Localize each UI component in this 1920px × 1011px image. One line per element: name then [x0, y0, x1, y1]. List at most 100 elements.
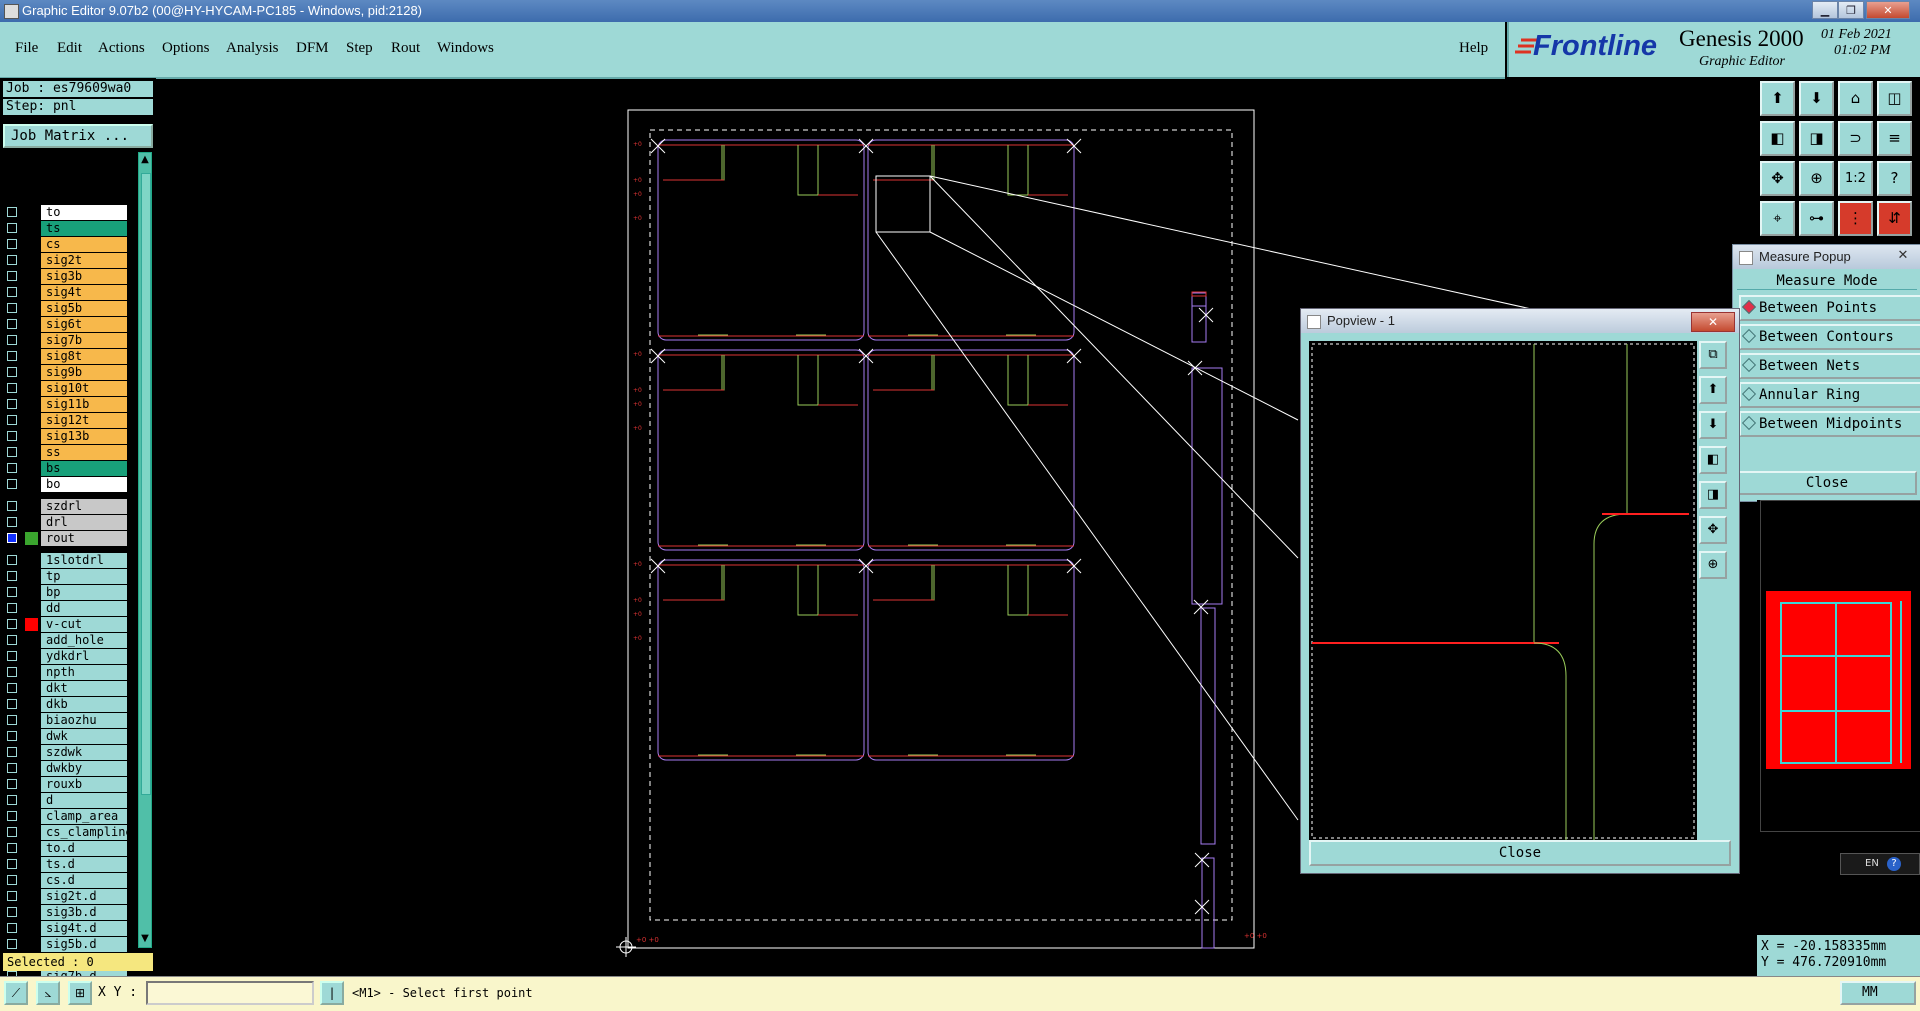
scroll-up-icon[interactable]: ▲ [140, 154, 150, 166]
layer-checkbox[interactable] [7, 907, 17, 917]
layer-color-marker[interactable] [25, 698, 38, 711]
layer-color-marker[interactable] [25, 666, 38, 679]
layer-color-marker[interactable] [25, 730, 38, 743]
layer-color-marker[interactable] [25, 286, 38, 299]
pan-right-icon[interactable]: ◨ [1799, 121, 1834, 156]
measure-popup-close-icon[interactable]: ✕ [1893, 248, 1913, 266]
layer-row-dwkby[interactable]: dwkby [5, 761, 127, 776]
layer-checkbox[interactable] [7, 271, 17, 281]
measure-tool-icon[interactable]: ⊶ [1799, 201, 1834, 236]
layer-color-marker[interactable] [25, 350, 38, 363]
layer-checkbox[interactable] [7, 619, 17, 629]
pan-left-icon[interactable]: ◧ [1760, 121, 1795, 156]
layer-row-cs_clampline[interactable]: cs_clampline [5, 825, 127, 840]
layer-checkbox[interactable] [7, 239, 17, 249]
layer-checkbox[interactable] [7, 843, 17, 853]
layer-color-marker[interactable] [25, 618, 38, 631]
layer-color-marker[interactable] [25, 586, 38, 599]
layer-color-marker[interactable] [25, 302, 38, 315]
layer-color-marker[interactable] [25, 810, 38, 823]
layer-checkbox[interactable] [7, 447, 17, 457]
layer-color-marker[interactable] [25, 430, 38, 443]
home-icon[interactable]: ⌂ [1838, 81, 1873, 116]
menu-actions[interactable]: Actions [98, 40, 145, 57]
popview-pan-left-icon[interactable]: ◧ [1699, 446, 1727, 474]
layer-checkbox[interactable] [7, 255, 17, 265]
layer-row-sig10t[interactable]: sig10t [5, 381, 127, 396]
layer-row-bs[interactable]: bs [5, 461, 127, 476]
layer-row-to.d[interactable]: to.d [5, 841, 127, 856]
layer-checkbox[interactable] [7, 571, 17, 581]
mirror-icon[interactable]: ⊃ [1838, 121, 1873, 156]
radio-icon[interactable] [1741, 415, 1757, 431]
layer-checkbox[interactable] [7, 683, 17, 693]
measure-close-button[interactable]: Close [1737, 471, 1917, 495]
layer-row-cs[interactable]: cs [5, 237, 127, 252]
layer-row-sig7b[interactable]: sig7b [5, 333, 127, 348]
layer-color-marker[interactable] [25, 826, 38, 839]
layer-row-rout[interactable]: rout [5, 531, 127, 546]
layer-color-marker[interactable] [25, 714, 38, 727]
menu-dfm[interactable]: DFM [296, 40, 329, 57]
layer-color-marker[interactable] [25, 874, 38, 887]
snap-icon[interactable]: ≡ [1877, 121, 1912, 156]
layer-row-sig11b[interactable]: sig11b [5, 397, 127, 412]
layer-row-1slotdrl[interactable]: 1slotdrl [5, 553, 127, 568]
layer-row-bo[interactable]: bo [5, 477, 127, 492]
layer-color-marker[interactable] [25, 650, 38, 663]
layer-color-marker[interactable] [25, 462, 38, 475]
popview-zoom-icon[interactable]: ⧉ [1699, 341, 1727, 369]
language-indicator[interactable]: EN ? [1840, 853, 1920, 875]
layer-color-marker[interactable] [25, 890, 38, 903]
radio-icon[interactable] [1741, 328, 1757, 344]
scroll-down-icon[interactable]: ▼ [140, 933, 150, 945]
layer-checkbox[interactable] [7, 319, 17, 329]
popview-titlebar[interactable]: Popview - 1 [1301, 309, 1739, 333]
menu-file[interactable]: File [15, 40, 38, 57]
layer-color-marker[interactable] [25, 570, 38, 583]
pan-down-icon[interactable]: ⬇ [1799, 81, 1834, 116]
layer-row-dkb[interactable]: dkb [5, 697, 127, 712]
layer-row-szdrl[interactable]: szdrl [5, 499, 127, 514]
layer-color-marker[interactable] [25, 446, 38, 459]
layer-color-marker[interactable] [25, 478, 38, 491]
measure-angle-icon[interactable]: ⦣ [36, 981, 60, 1005]
layer-checkbox[interactable] [7, 287, 17, 297]
layer-row-sig9b[interactable]: sig9b [5, 365, 127, 380]
layer-checkbox[interactable] [7, 431, 17, 441]
layer-color-marker[interactable] [25, 270, 38, 283]
layer-checkbox[interactable] [7, 517, 17, 527]
help-query-icon[interactable]: ? [1877, 161, 1912, 196]
layer-row-dwk[interactable]: dwk [5, 729, 127, 744]
layer-row-sig12t[interactable]: sig12t [5, 413, 127, 428]
layer-row-to[interactable]: to [5, 205, 127, 220]
layer-row-sig2t[interactable]: sig2t [5, 253, 127, 268]
layer-checkbox[interactable] [7, 555, 17, 565]
measure-option-between-midpoints[interactable]: Between Midpoints [1739, 411, 1920, 437]
popview-pan-up-icon[interactable]: ⬆ [1699, 376, 1727, 404]
grid-icon[interactable]: ⊞ [68, 981, 92, 1005]
layer-row-biaozhu[interactable]: biaozhu [5, 713, 127, 728]
layer-checkbox[interactable] [7, 859, 17, 869]
layer-row-d[interactable]: d [5, 793, 127, 808]
layer-checkbox[interactable] [7, 207, 17, 217]
layer-row-sig4t.d[interactable]: sig4t.d [5, 921, 127, 936]
layer-checkbox[interactable] [7, 223, 17, 233]
layer-checkbox[interactable] [7, 367, 17, 377]
layer-checkbox[interactable] [7, 731, 17, 741]
layer-row-drl[interactable]: drl [5, 515, 127, 530]
layer-color-marker[interactable] [25, 922, 38, 935]
prompt-icon[interactable]: | [320, 981, 344, 1005]
mini-map[interactable] [1760, 500, 1920, 832]
layer-row-dkt[interactable]: dkt [5, 681, 127, 696]
layer-color-marker[interactable] [25, 634, 38, 647]
units-selector[interactable]: MM [1840, 981, 1916, 1005]
layer-checkbox[interactable] [7, 795, 17, 805]
layer-checkbox[interactable] [7, 587, 17, 597]
layer-color-marker[interactable] [25, 602, 38, 615]
layer-color-marker[interactable] [25, 238, 38, 251]
layer-checkbox[interactable] [7, 827, 17, 837]
layer-color-marker[interactable] [25, 500, 38, 513]
layer-color-marker[interactable] [25, 858, 38, 871]
layer-checkbox[interactable] [7, 875, 17, 885]
